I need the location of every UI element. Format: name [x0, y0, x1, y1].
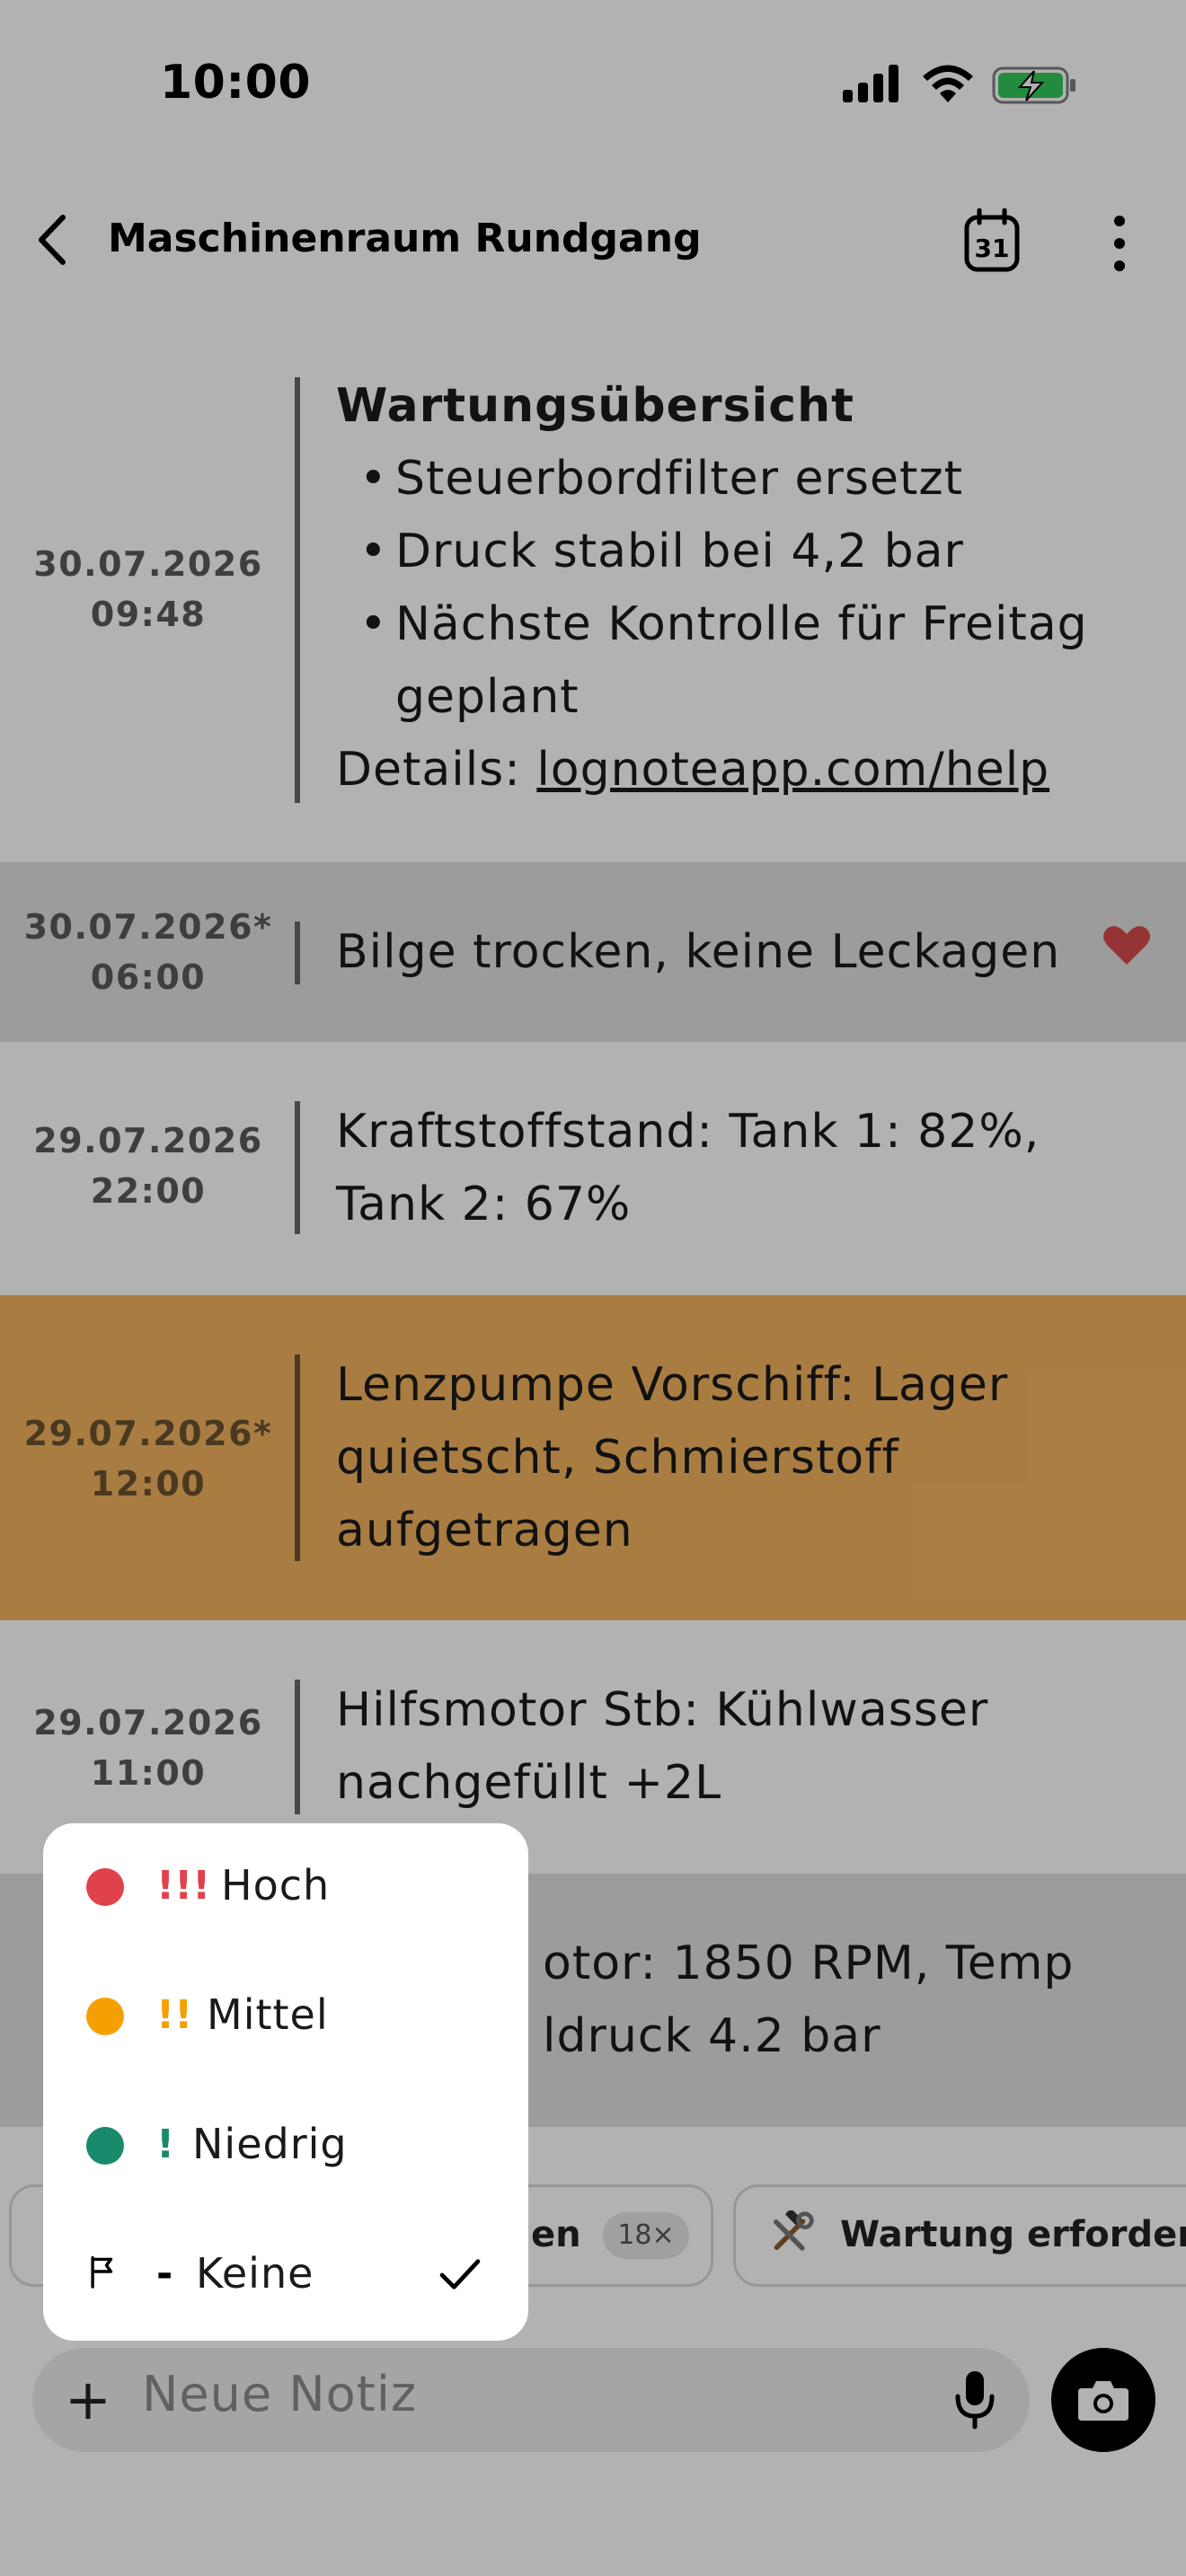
priority-option-medium[interactable]: !! Mittel: [43, 1953, 528, 2082]
priority-label: Niedrig: [192, 2120, 348, 2168]
priority-marks: -: [156, 2251, 173, 2297]
priority-menu: !!! Hoch !! Mittel ! Niedrig - Keine: [43, 1823, 528, 2341]
priority-label: Mittel: [207, 1990, 329, 2039]
priority-label: Hoch: [221, 1861, 331, 1910]
priority-marks: !: [156, 2122, 175, 2167]
priority-dot-icon: [86, 1868, 124, 1906]
priority-dot-icon: [86, 2127, 124, 2165]
priority-option-high[interactable]: !!! Hoch: [43, 1823, 528, 1953]
priority-option-low[interactable]: ! Niedrig: [43, 2082, 528, 2211]
app-root: 10:00 Maschinenraum Rundgang 31 30.07.20…: [0, 0, 1186, 2576]
priority-option-none[interactable]: - Keine: [43, 2211, 528, 2341]
checkmark-icon: [439, 2259, 481, 2289]
priority-dot-icon: [86, 1998, 124, 2035]
priority-marks: !!!: [156, 1863, 211, 1909]
flag-icon: [91, 2256, 113, 2289]
priority-marks: !!: [156, 1992, 193, 2038]
priority-label: Keine: [196, 2249, 314, 2298]
